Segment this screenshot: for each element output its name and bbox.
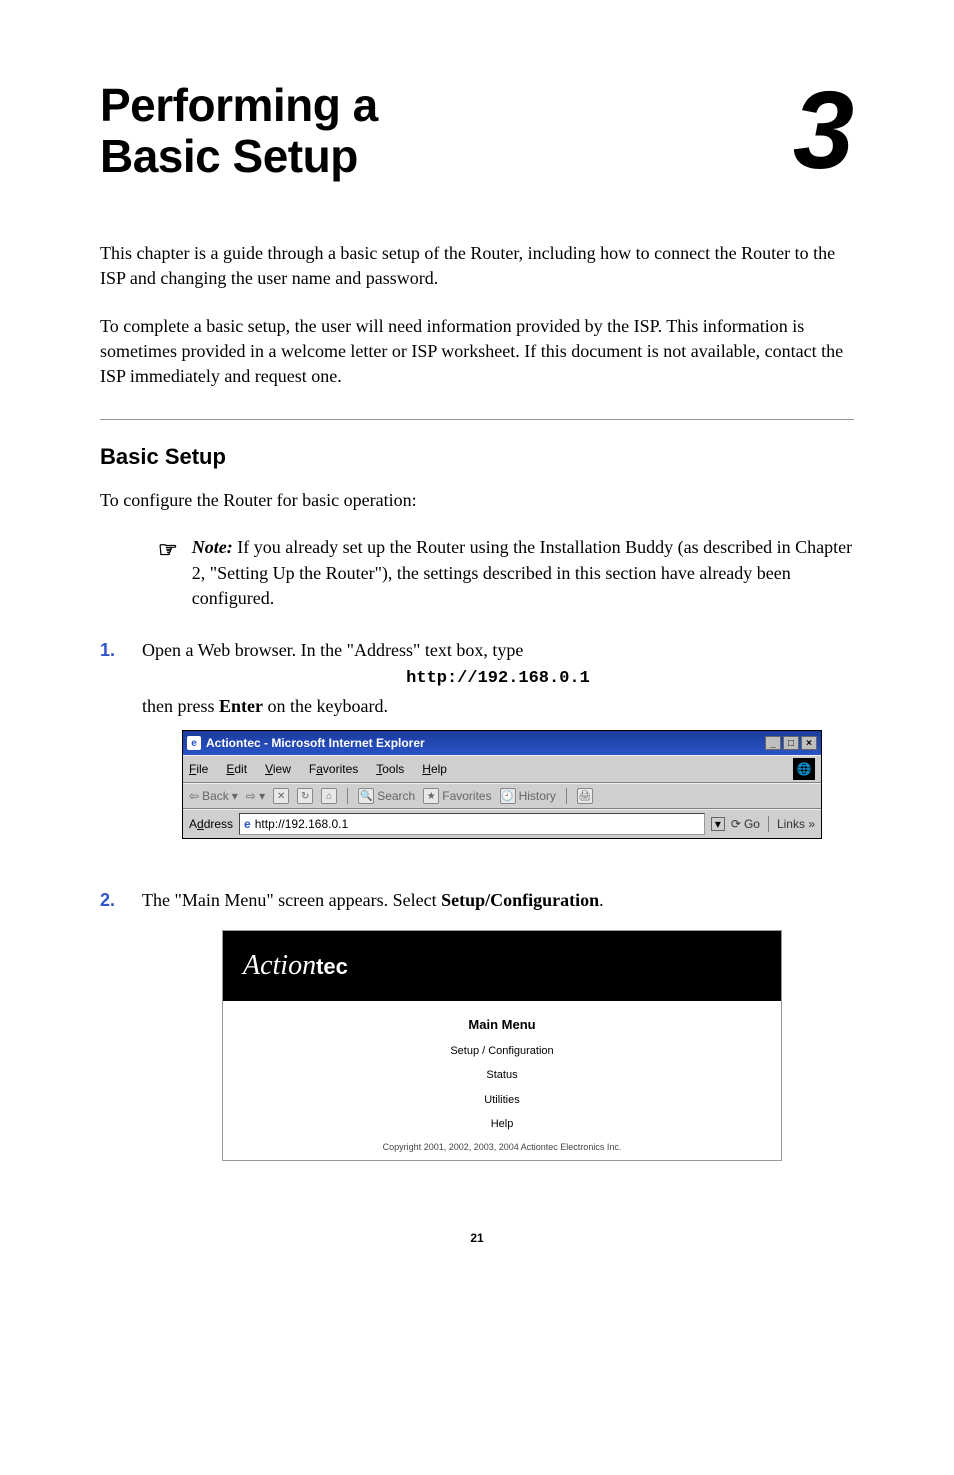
menu-help[interactable]: Help xyxy=(422,760,447,778)
step-1-text-a: Open a Web browser. In the "Address" tex… xyxy=(142,640,523,660)
main-menu-heading: Main Menu xyxy=(223,1015,781,1035)
step-1-text-b-before: then press xyxy=(142,696,219,716)
favorites-icon: ★ xyxy=(423,788,439,804)
menu-view[interactable]: View xyxy=(265,760,291,778)
ie-window: e Actiontec - Microsoft Internet Explore… xyxy=(182,730,822,839)
back-button[interactable]: ⇦ Back ▾ xyxy=(189,787,238,805)
menu-utilities[interactable]: Utilities xyxy=(223,1092,781,1109)
history-button[interactable]: 🕘 History xyxy=(500,787,556,805)
history-icon: 🕘 xyxy=(500,788,516,804)
note-icon: ☞ xyxy=(158,535,178,611)
step-2-after: . xyxy=(599,890,604,910)
menu-tools[interactable]: Tools xyxy=(376,760,404,778)
divider xyxy=(100,419,854,420)
maximize-button[interactable]: □ xyxy=(783,736,799,750)
step-2-text: The "Main Menu" screen appears. Select xyxy=(142,890,441,910)
step-1-text-b-after: on the keyboard. xyxy=(263,696,388,716)
ie-logo-icon: 🌐 xyxy=(793,758,815,780)
note-body: If you already set up the Router using t… xyxy=(192,537,852,607)
menu-file[interactable]: FFileile xyxy=(189,760,208,778)
ie-menubar: FFileile Edit View Favorites Tools Help … xyxy=(183,755,821,783)
step-2: 2. The "Main Menu" screen appears. Selec… xyxy=(100,887,854,1191)
address-input[interactable]: e http://192.168.0.1 xyxy=(239,813,705,835)
actiontec-copyright: Copyright 2001, 2002, 2003, 2004 Actiont… xyxy=(223,1141,781,1155)
address-label: Address xyxy=(189,815,233,833)
chapter-title: Performing a Basic Setup xyxy=(100,80,378,181)
note-block: ☞ Note: If you already set up the Router… xyxy=(158,535,854,611)
step-1-number: 1. xyxy=(100,637,124,870)
address-value: http://192.168.0.1 xyxy=(255,815,348,833)
go-button[interactable]: ⟳ Go xyxy=(731,815,760,833)
step-1: 1. Open a Web browser. In the "Address" … xyxy=(100,637,854,870)
menu-help[interactable]: Help xyxy=(223,1116,781,1133)
section-lead: To configure the Router for basic operat… xyxy=(100,488,854,513)
note-text: Note: If you already set up the Router u… xyxy=(192,535,854,611)
actiontec-logo-b: tec xyxy=(316,954,348,979)
search-icon: 🔍 xyxy=(358,788,374,804)
chapter-title-line2: Basic Setup xyxy=(100,130,358,182)
step-2-bold: Setup/Configuration xyxy=(441,890,599,910)
intro-para-1: This chapter is a guide through a basic … xyxy=(100,241,854,291)
ie-toolbar: ⇦ Back ▾ ⇨ ▾ ✕ ↻ ⌂ 🔍 Search ★ Favorites … xyxy=(183,783,821,809)
menu-edit[interactable]: Edit xyxy=(226,760,247,778)
step-1-enter: Enter xyxy=(219,696,263,716)
menu-setup-config[interactable]: Setup / Configuration xyxy=(223,1043,781,1060)
links-button[interactable]: Links » xyxy=(777,815,815,833)
intro-para-2: To complete a basic setup, the user will… xyxy=(100,314,854,390)
actiontec-logo: Actiontec xyxy=(223,931,781,1001)
refresh-icon[interactable]: ↻ xyxy=(297,788,313,804)
print-icon[interactable]: 🖨 xyxy=(577,788,593,804)
step-2-number: 2. xyxy=(100,887,124,1191)
step-1-url: http://192.168.0.1 xyxy=(142,666,854,692)
ie-window-title: Actiontec - Microsoft Internet Explorer xyxy=(206,734,425,752)
forward-button[interactable]: ⇨ ▾ xyxy=(246,787,265,805)
note-label: Note: xyxy=(192,537,233,557)
ie-app-icon: e xyxy=(187,736,201,750)
actiontec-panel: Actiontec Main Menu Setup / Configuratio… xyxy=(222,930,782,1161)
home-icon[interactable]: ⌂ xyxy=(321,788,337,804)
close-button[interactable]: × xyxy=(801,736,817,750)
ie-titlebar: e Actiontec - Microsoft Internet Explore… xyxy=(183,731,821,755)
address-dropdown-icon[interactable]: ▾ xyxy=(711,817,725,831)
section-heading: Basic Setup xyxy=(100,444,854,470)
actiontec-logo-a: Action xyxy=(243,950,316,981)
chapter-number: 3 xyxy=(793,81,854,180)
chapter-title-line1: Performing a xyxy=(100,79,378,131)
search-button[interactable]: 🔍 Search xyxy=(358,787,415,805)
menu-favorites[interactable]: Favorites xyxy=(309,760,358,778)
page-number: 21 xyxy=(100,1231,854,1245)
menu-status[interactable]: Status xyxy=(223,1067,781,1084)
address-ie-icon: e xyxy=(244,815,251,833)
favorites-button[interactable]: ★ Favorites xyxy=(423,787,491,805)
stop-icon[interactable]: ✕ xyxy=(273,788,289,804)
minimize-button[interactable]: _ xyxy=(765,736,781,750)
ie-address-bar: Address e http://192.168.0.1 ▾ ⟳ Go Link… xyxy=(183,809,821,838)
